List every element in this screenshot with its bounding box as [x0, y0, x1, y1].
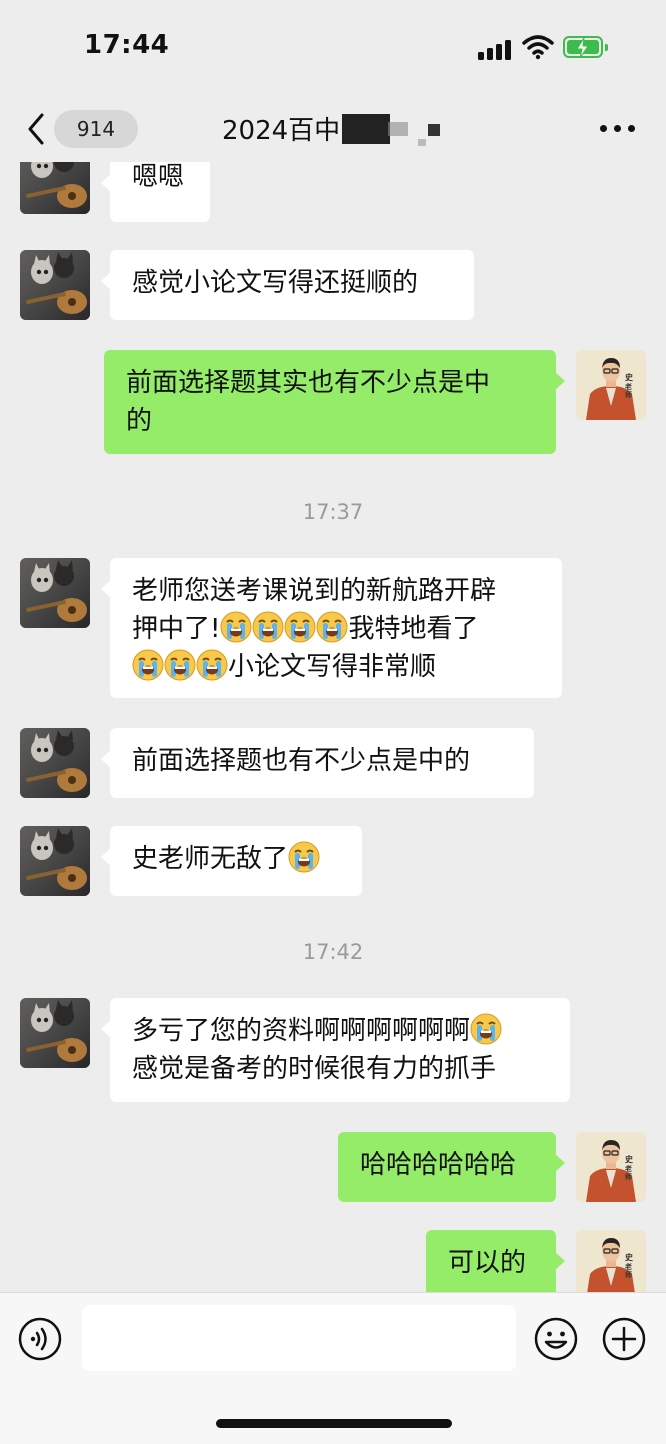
message-line: 多亏了您的资料啊啊啊啊啊啊: [132, 1012, 548, 1050]
message-text: 可以的: [448, 1248, 527, 1278]
message-text: 感觉小论文写得还挺顺的: [132, 268, 419, 298]
message-text: 多亏了您的资料啊啊啊啊啊啊: [132, 1016, 471, 1046]
message-bubble-outgoing[interactable]: 可以的: [426, 1230, 565, 1292]
message-text: 小论文写得非常顺: [228, 652, 437, 682]
emoji-icon[interactable]: [534, 1317, 578, 1361]
my-avatar[interactable]: [576, 1230, 646, 1292]
contact-avatar[interactable]: [20, 728, 90, 798]
message-list[interactable]: 嗯嗯 感觉小论文写得还挺顺的 前面选择题其实也有不少点是中 的 17:37 老师…: [0, 162, 666, 1292]
crying-emoji-icon: [316, 611, 348, 643]
crying-emoji-icon: [164, 649, 196, 681]
message-text: 押中了!: [132, 614, 221, 644]
chat-header: 914 2024百中: [0, 96, 666, 162]
message-bubble-incoming[interactable]: 前面选择题也有不少点是中的: [101, 728, 534, 798]
message-bubble-incoming[interactable]: 嗯嗯: [101, 162, 210, 222]
message-text: 老师您送考课说到的新航路开辟: [132, 576, 497, 606]
crying-emoji-icon: [252, 611, 284, 643]
contact-avatar[interactable]: [20, 162, 90, 214]
redaction-mark: [428, 124, 440, 136]
message-bubble-incoming[interactable]: 多亏了您的资料啊啊啊啊啊啊 感觉是备考的时候很有力的抓手: [101, 998, 570, 1102]
back-button[interactable]: 914: [20, 110, 138, 150]
timestamp: 17:42: [302, 940, 364, 964]
status-bar: 17:44: [0, 0, 666, 96]
contact-avatar[interactable]: [20, 558, 90, 628]
redaction-mark: [342, 114, 390, 144]
crying-emoji-icon: [284, 611, 316, 643]
home-indicator[interactable]: [216, 1419, 452, 1428]
redaction-mark: [388, 122, 408, 136]
battery-charging-icon: [563, 36, 608, 59]
message-text: 前面选择题其实也有不少点是中: [126, 368, 491, 398]
my-avatar[interactable]: [576, 350, 646, 420]
plus-icon[interactable]: [602, 1317, 646, 1361]
voice-icon[interactable]: [18, 1317, 62, 1361]
crying-emoji-icon: [132, 649, 164, 681]
signal-icon: [478, 36, 512, 60]
message-bubble-incoming[interactable]: 感觉小论文写得还挺顺的: [101, 250, 474, 320]
message-line: 押中了! 我特地看了: [132, 610, 540, 648]
message-bubble-incoming[interactable]: 史老师无敌了: [101, 826, 362, 896]
wifi-icon: [522, 35, 554, 60]
more-options-button[interactable]: [598, 120, 638, 136]
message-text: 史老师无敌了: [132, 844, 289, 874]
chat-title: 2024百中: [222, 116, 341, 146]
contact-avatar[interactable]: [20, 250, 90, 320]
contact-avatar[interactable]: [20, 826, 90, 896]
crying-emoji-icon: [470, 1013, 502, 1045]
message-bubble-outgoing[interactable]: 前面选择题其实也有不少点是中 的: [104, 350, 565, 454]
redaction-mark: [418, 139, 426, 146]
crying-emoji-icon: [220, 611, 252, 643]
status-time: 17:44: [84, 30, 170, 60]
message-line: 小论文写得非常顺: [132, 648, 540, 686]
message-text: 哈哈哈哈哈哈: [360, 1150, 517, 1180]
message-text: 感觉是备考的时候很有力的抓手: [132, 1054, 497, 1084]
message-text: 我特地看了: [348, 614, 479, 644]
message-bubble-outgoing[interactable]: 哈哈哈哈哈哈: [338, 1132, 565, 1202]
timestamp: 17:37: [302, 500, 364, 524]
message-text: 的: [126, 406, 153, 436]
crying-emoji-icon: [288, 841, 320, 873]
message-bubble-incoming[interactable]: 老师您送考课说到的新航路开辟 押中了! 我特地看了 小论文写得非常顺: [101, 558, 562, 698]
my-avatar[interactable]: [576, 1132, 646, 1202]
unread-count-badge: 914: [54, 110, 138, 148]
contact-avatar[interactable]: [20, 998, 90, 1068]
message-text: 嗯嗯: [132, 162, 185, 192]
crying-emoji-icon: [196, 649, 228, 681]
chevron-left-icon: [28, 113, 44, 145]
message-text: 前面选择题也有不少点是中的: [132, 746, 471, 776]
message-input[interactable]: [82, 1305, 516, 1371]
